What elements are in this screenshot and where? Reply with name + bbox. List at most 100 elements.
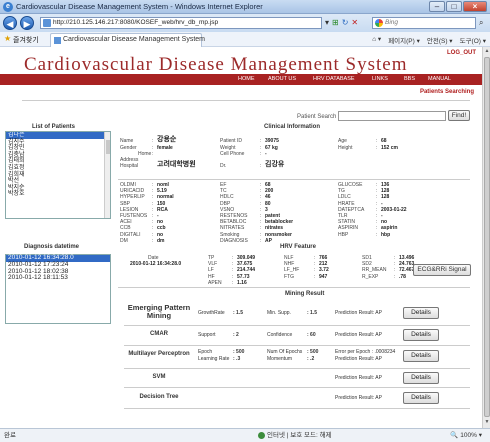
age-value: 68 [381, 138, 387, 144]
stop-icon[interactable]: ✕ [351, 17, 358, 29]
details-button[interactable]: Details [403, 307, 439, 319]
patient-id-value: 39075 [265, 138, 279, 144]
search-input[interactable]: Bing [372, 17, 476, 29]
age-label: Age [338, 138, 347, 144]
colon: : [152, 138, 154, 144]
divider [118, 287, 470, 288]
compat-view-icon[interactable]: ⊞ [332, 17, 339, 29]
hrv-label: FTG [284, 273, 294, 280]
logout-link[interactable]: LOG_OUT [447, 50, 476, 56]
divider [124, 387, 470, 388]
prediction-result: Prediction Result: AP [335, 375, 382, 381]
list-item[interactable]: 김나은 [6, 132, 110, 139]
mining-result-heading: Mining Result [285, 291, 325, 297]
page-menu[interactable]: 페이지(P) ▾ [388, 35, 420, 45]
clinical-basic-info: Name : 강용순 Gender : female Home : Addres… [120, 136, 470, 176]
clinical-lab-values: OLDMI: noml URICACID:5.19 HYPERLIP: normal… [120, 182, 470, 246]
lab-value: AP [265, 237, 272, 244]
divider [124, 325, 470, 326]
list-scrollbar[interactable] [104, 132, 110, 218]
window-titlebar: e Cardiovascular Disease Management Syst… [0, 0, 490, 14]
lab-label: DIAGNOSIS [220, 237, 248, 244]
ecg-rri-signal-button[interactable]: ECG&RRi Signal [413, 264, 471, 276]
window-title: Cardiovascular Disease Management System… [16, 2, 263, 11]
refresh-icon[interactable]: ↻ [342, 17, 349, 29]
tools-menu[interactable]: 도구(O) ▾ [460, 35, 486, 45]
divider [124, 345, 470, 346]
zoom-level: 100% ▾ [460, 432, 482, 439]
height-label: Height [338, 145, 353, 151]
favorites-star-icon[interactable]: ★ [4, 34, 11, 43]
forward-button[interactable]: ▶ [20, 16, 34, 30]
maximize-button[interactable]: □ [446, 1, 462, 12]
colon: : [376, 231, 378, 238]
mining-row-svm: SVM Prediction Result: AP Details [125, 370, 475, 386]
doctor-label: Dr. [220, 163, 227, 169]
param-value: : .2 [307, 356, 315, 362]
list-item[interactable]: 김창민 [6, 145, 110, 152]
details-button[interactable]: Details [403, 329, 439, 341]
algorithm-name: Decision Tree [139, 394, 179, 400]
nav-home[interactable]: HOME [238, 76, 255, 82]
list-of-patients-heading: List of Patients [32, 124, 76, 130]
nav-manual[interactable]: MANUAL [428, 76, 451, 82]
favorites-button[interactable]: 즐겨찾기 [13, 35, 39, 45]
colon: : [260, 151, 262, 157]
security-zone[interactable]: 인터넷 | 보호 모드: 해제 [258, 429, 332, 442]
error-per-epoch: Error per Epoch : .0008234 [335, 349, 396, 355]
patient-id-label: Patient ID [220, 138, 242, 144]
safety-menu[interactable]: 안전(S) ▾ [427, 35, 453, 45]
cellphone-value: - [265, 151, 267, 157]
url-controls: ▾ ⊞ ↻ ✕ [325, 17, 358, 29]
patient-list[interactable]: 김나은 김지수 김창민 김충남 김태희 김효정 김희재 박선 박지순 박창호 [5, 131, 111, 219]
url-text: http://210.125.146.217:8080/KOSEF_web/hr… [53, 19, 219, 26]
list-item[interactable]: 2010-01-12 18:11:53 [6, 275, 110, 282]
search-icon[interactable]: ⌕ [479, 18, 483, 28]
diagnosis-datetime-list[interactable]: 2010-01-12 16:34:28.0 2010-01-12 17:23:2… [5, 254, 111, 324]
list-item[interactable]: 김태희 [6, 158, 110, 165]
scroll-thumb[interactable] [484, 57, 490, 417]
magnifier-icon: 🔍 [450, 432, 461, 439]
minimize-button[interactable]: – [429, 1, 445, 12]
list-item[interactable]: 박선 [6, 178, 110, 185]
url-field[interactable]: http://210.125.146.217:8080/KOSEF_web/hr… [40, 17, 322, 29]
nav-links[interactable]: LINKS [372, 76, 388, 82]
page-scrollbar[interactable]: ▲ ▼ [482, 47, 490, 428]
zoom-control[interactable]: 🔍 100% ▾ [450, 429, 482, 442]
list-item[interactable]: 김효정 [6, 165, 110, 172]
search-placeholder: Bing [385, 19, 399, 26]
nav-about-us[interactable]: ABOUT US [268, 76, 296, 82]
cellphone-label: Cell Phone [220, 151, 245, 157]
mining-row-cmar: CMAR Support : 2 Confidence : 60 Predict… [125, 328, 475, 344]
name-value: 강용순 [157, 136, 177, 143]
nav-bbs[interactable]: BBS [404, 76, 415, 82]
favorites-bar: ★ 즐겨찾기 Cardiovascular Disease Management… [0, 32, 490, 47]
hrv-date-value: 2010-01-12 16:34:28.0 [130, 261, 182, 268]
doctor-value: 김강유 [265, 161, 285, 168]
tab-page-icon [54, 37, 61, 44]
site-title: Cardiovascular Disease Management System [24, 54, 408, 75]
close-button[interactable]: × [463, 1, 487, 12]
details-button[interactable]: Details [403, 392, 439, 404]
details-button[interactable]: Details [403, 350, 439, 362]
prediction-result: Prediction Result: AP [335, 395, 382, 401]
colon: : [260, 138, 262, 144]
browser-tab[interactable]: Cardiovascular Disease Management System [50, 33, 205, 47]
hrv-label: APEN [208, 279, 222, 286]
nav-hrv-database[interactable]: HRV DATABASE [313, 76, 355, 82]
home-icon[interactable]: ⌂ ▾ [372, 35, 381, 45]
patient-search-input[interactable] [338, 111, 446, 121]
param-value: : 500 [233, 349, 245, 355]
colon: : [260, 163, 262, 169]
scroll-down-icon[interactable]: ▼ [483, 419, 490, 427]
scroll-up-icon[interactable]: ▲ [483, 48, 490, 56]
param-label: Momentum [267, 356, 293, 362]
list-item[interactable]: 김희재 [6, 172, 110, 179]
scroll-thumb[interactable] [106, 140, 110, 154]
details-button[interactable]: Details [403, 372, 439, 384]
list-item[interactable]: 박창호 [6, 191, 110, 198]
algorithm-name: Emerging Pattern Mining [127, 303, 191, 320]
dropdown-icon[interactable]: ▾ [325, 17, 329, 29]
back-button[interactable]: ◀ [3, 16, 17, 30]
find-button[interactable]: Find! [448, 110, 470, 121]
